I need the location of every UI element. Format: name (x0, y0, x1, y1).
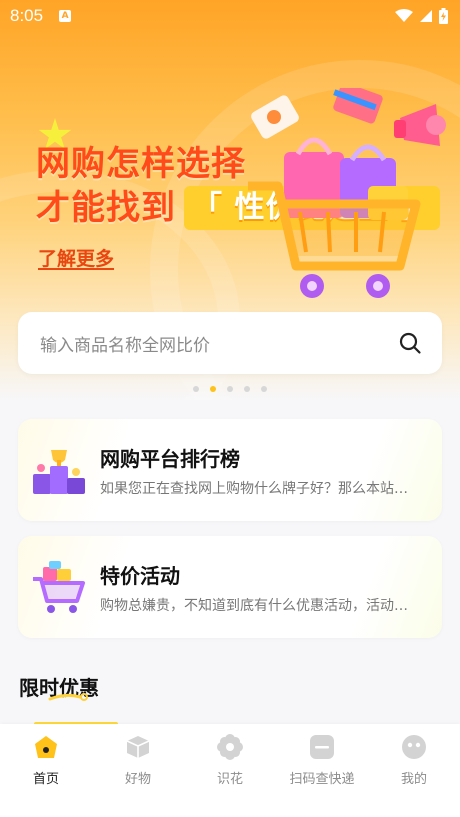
megaphone-icon (394, 104, 446, 146)
status-time: 8:05 (10, 6, 44, 25)
tab-label: 扫码查快递 (289, 772, 355, 787)
tab-scan-express[interactable]: 扫码查快递 (276, 734, 368, 817)
card-description: 如果您正在查找网上购物什么牌子好？那么本站可以帮您 (100, 480, 418, 497)
carousel-dot[interactable] (193, 386, 199, 392)
status-bar: 8:05 A (0, 0, 460, 32)
carousel-dot[interactable] (261, 386, 267, 392)
tab-label: 好物 (124, 772, 151, 787)
scan-icon (309, 734, 335, 760)
search-input[interactable]: 输入商品名称全网比价 (18, 312, 442, 374)
card-deals[interactable]: 特价活动 购物总嫌贵，不知道到底有什么优惠活动，活动那么多 (18, 536, 442, 638)
card-title: 特价活动 (100, 563, 180, 588)
card-ranking[interactable]: 网购平台排行榜 如果您正在查找网上购物什么牌子好？那么本站可以帮您 (18, 419, 442, 521)
box-icon (125, 734, 151, 760)
tab-label: 首页 (32, 772, 59, 787)
tab-label: 我的 (400, 772, 427, 787)
tab-goods[interactable]: 好物 (92, 734, 184, 817)
signal-icon (420, 10, 432, 22)
learn-more-link[interactable]: 了解更多 (38, 244, 114, 271)
bottom-tab-bar: 首页 好物 识花 扫码查快递 我的 (0, 724, 460, 817)
shopping-cart-illustration (248, 88, 446, 298)
tab-label: 识花 (216, 772, 243, 787)
cart-gift-icon (18, 546, 100, 628)
tab-flower[interactable]: 识花 (184, 734, 276, 817)
search-placeholder: 输入商品名称全网比价 (40, 335, 210, 356)
card-title: 网购平台排行榜 (100, 446, 240, 471)
profile-icon (401, 734, 427, 760)
card-description: 购物总嫌贵，不知道到底有什么优惠活动，活动那么多 (100, 597, 418, 614)
cart-icon (248, 181, 421, 298)
coupon-icon (251, 95, 299, 139)
credit-card-icon (333, 88, 383, 124)
carousel-dot-active[interactable] (210, 386, 216, 392)
search-icon[interactable] (398, 331, 422, 355)
battery-icon (439, 8, 448, 24)
section-underline-decor (48, 693, 88, 701)
wifi-icon (395, 9, 413, 22)
carousel-indicator (193, 386, 267, 392)
a-notification-icon: A (59, 10, 72, 22)
tab-profile[interactable]: 我的 (368, 734, 460, 817)
carousel-dot[interactable] (244, 386, 250, 392)
tab-home[interactable]: 首页 (0, 734, 92, 817)
home-icon (33, 734, 59, 760)
banner-headline-line2: 才能找到 (36, 188, 176, 228)
carousel-dot[interactable] (227, 386, 233, 392)
flower-icon (217, 734, 243, 760)
podium-icon (18, 429, 100, 511)
